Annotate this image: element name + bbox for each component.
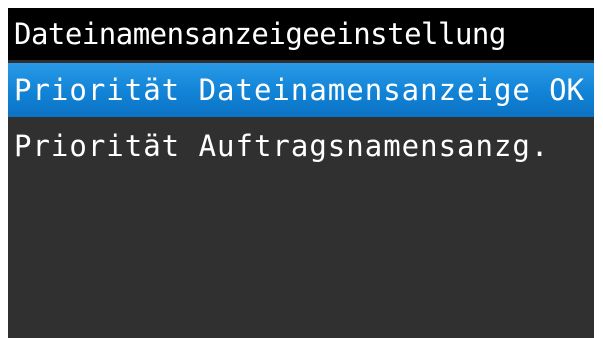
menu-item-label: Priorität Dateinamensanzeige — [14, 73, 531, 107]
menu-item-job-name-priority[interactable]: Priorität Auftragsnamensanzg. — [8, 119, 594, 173]
lcd-screen: Dateinamensanzeigeeinstellung Priorität … — [8, 8, 594, 338]
ok-status-label: OK — [549, 73, 584, 107]
menu-item-file-name-priority[interactable]: Priorität Dateinamensanzeige OK — [8, 63, 594, 117]
screen-title: Dateinamensanzeigeeinstellung — [8, 8, 594, 60]
menu-item-label: Priorität Auftragsnamensanzg. — [14, 129, 550, 163]
